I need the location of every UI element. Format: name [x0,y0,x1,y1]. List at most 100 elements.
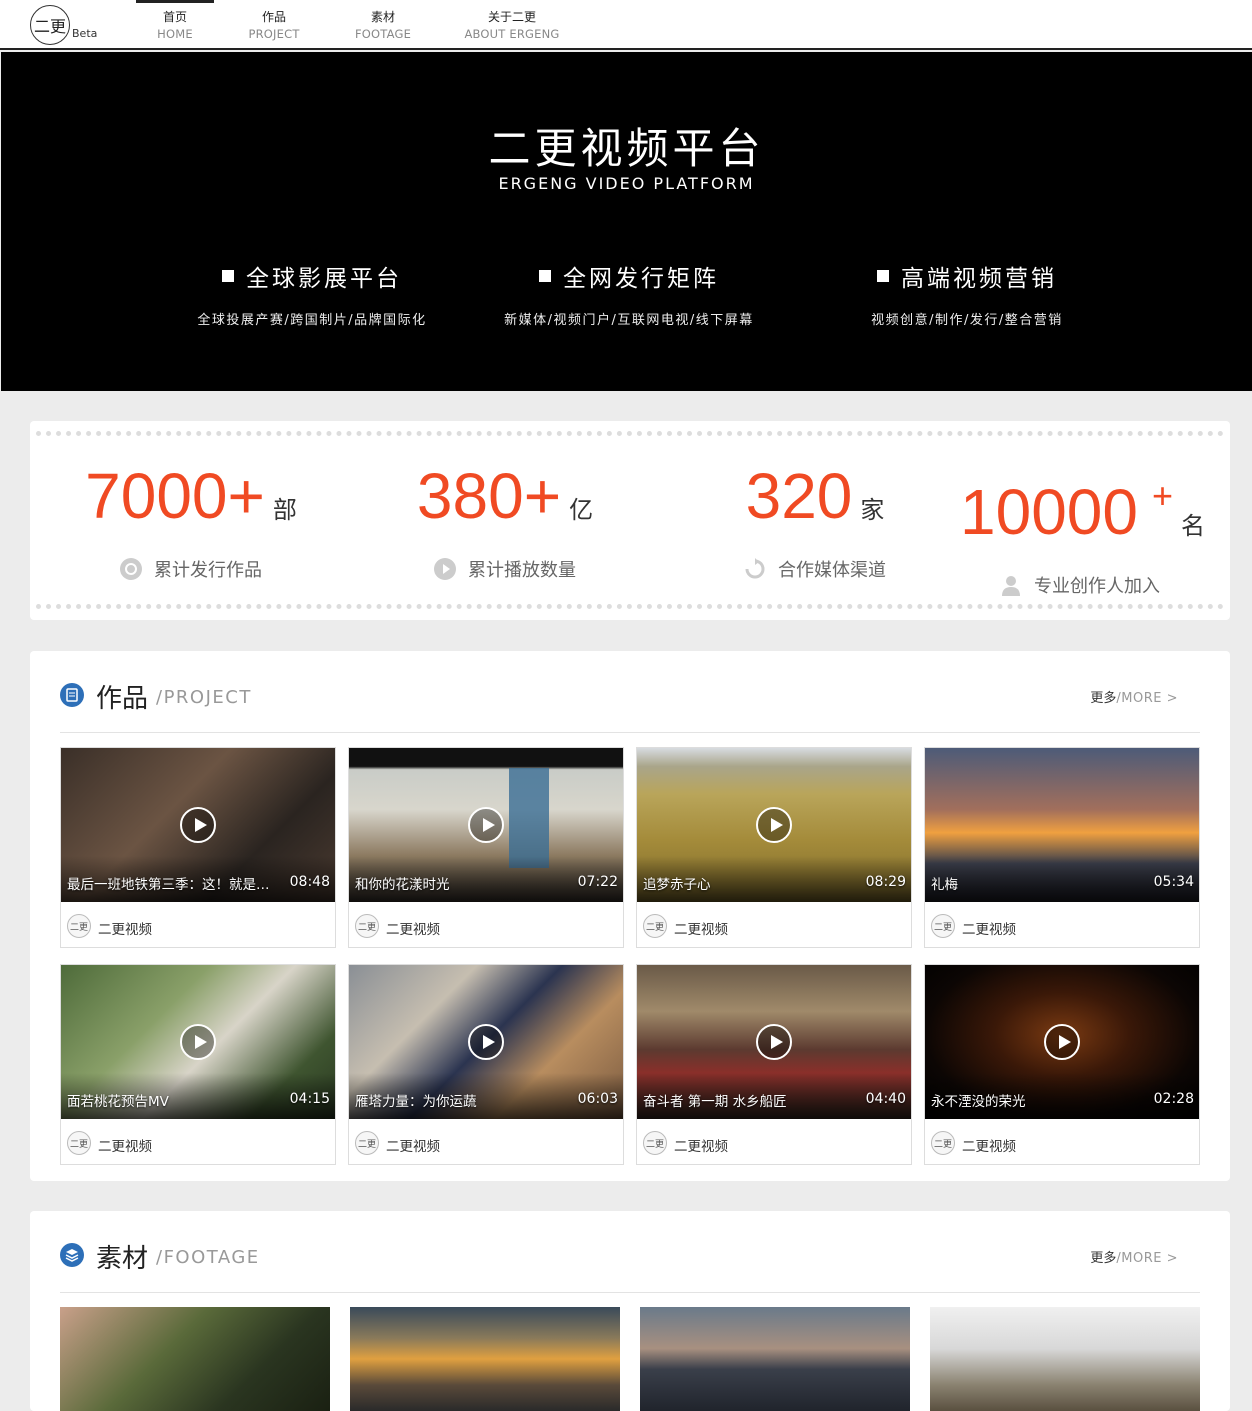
play-icon[interactable] [1044,1024,1080,1060]
video-author: 二更视频 [674,922,728,938]
nav-label-en: HOME [157,27,193,41]
footage-more-link[interactable]: 更多/MORE > [1090,1247,1178,1266]
nav-label-en: ABOUT ERGENG [464,27,560,41]
stat-label: 专业创作人加入 [1034,576,1160,597]
stat-label: 累计发行作品 [154,560,262,581]
video-thumbnail: 最后一班地铁第三季：这！就是街舞 08:48 [61,748,335,902]
video-thumbnail: 追梦赤子心 08:29 [637,748,911,902]
hero-subtitle: ERGENG VIDEO PLATFORM [498,174,755,193]
document-icon [60,683,84,707]
play-circle-icon [434,558,456,580]
stat-label: 累计播放数量 [468,560,576,581]
sync-icon [744,558,766,580]
footage-title: 素材 [96,1244,149,1274]
video-title: 礼梅 [931,877,958,893]
feature-desc: 新媒体/视频门户/互联网电视/线下屏幕 [504,313,754,328]
video-card[interactable]: 追梦赤子心 08:29 二更 二更视频 [636,747,912,948]
more-zh: 更多 [1090,691,1117,706]
video-author: 二更视频 [386,922,440,938]
feature-global-festival: 全球影展平台 全球投展产赛/跨国制片/品牌国际化 [171,259,453,328]
video-author: 二更视频 [98,922,152,938]
video-card[interactable]: 雁塔力量：为你运蔬 06:03 二更 二更视频 [348,964,624,1165]
more-en: /MORE > [1116,691,1178,706]
stat-label: 合作媒体渠道 [778,560,886,581]
video-duration: 05:34 [1153,874,1194,890]
video-card[interactable]: 和你的花漾时光 07:22 二更 二更视频 [348,747,624,948]
nav-item-about[interactable]: 关于二更 ABOUT ERGENG [460,0,564,48]
feature-desc: 全球投展产赛/跨国制片/品牌国际化 [197,313,427,328]
stats-panel: 7000+ 部 累计发行作品 380+ 亿 累计播放数量 320 家 合作媒体渠道 1… [30,421,1230,620]
video-author: 二更视频 [386,1139,440,1155]
video-thumbnail: 面若桃花预告MV 04:15 [61,965,335,1119]
stat-unit: 家 [860,497,885,524]
video-duration: 08:29 [865,874,906,890]
play-icon[interactable] [756,807,792,843]
projects-panel: 作品 /PROJECT 更多/MORE > 最后一班地铁第三季：这！就是街舞 0… [30,651,1230,1181]
video-title: 追梦赤子心 [643,877,711,893]
hero-title: 二更视频平台 [488,124,765,173]
projects-more-link[interactable]: 更多/MORE > [1090,687,1178,706]
video-title: 奋斗者 第一期 水乡船匠 [643,1094,787,1110]
play-icon[interactable] [180,1024,216,1060]
play-icon[interactable] [468,807,504,843]
feature-title: 全网发行矩阵 [563,266,719,292]
video-card[interactable]: 永不湮没的荣光 02:28 二更 二更视频 [924,964,1200,1165]
footage-thumbnail[interactable] [640,1307,910,1411]
video-card[interactable]: 奋斗者 第一期 水乡船匠 04:40 二更 二更视频 [636,964,912,1165]
nav-label-en: PROJECT [248,27,300,41]
footage-thumbnail[interactable] [350,1307,620,1411]
feature-desc: 视频创意/制作/发行/整合营销 [871,313,1063,328]
footage-panel: 素材 /FOOTAGE 更多/MORE > [30,1211,1230,1411]
video-duration: 06:03 [577,1091,618,1107]
video-duration: 07:22 [577,874,618,890]
video-title: 雁塔力量：为你运蔬 [355,1094,477,1110]
nav-item-project[interactable]: 作品 PROJECT [240,0,308,48]
video-card[interactable]: 面若桃花预告MV 04:15 二更 二更视频 [60,964,336,1165]
play-icon[interactable] [180,807,216,843]
video-title: 最后一班地铁第三季：这！就是街舞 [67,877,277,893]
video-duration: 02:28 [1153,1091,1194,1107]
video-title: 永不湮没的荣光 [931,1094,1026,1110]
user-icon [1000,574,1022,596]
nav-label-zh: 首页 [162,10,187,24]
author-avatar: 二更 [355,914,379,938]
footage-thumbnail[interactable] [930,1307,1200,1411]
video-author: 二更视频 [962,1139,1016,1155]
nav-label-zh: 素材 [370,10,395,24]
more-en: /MORE > [1116,1251,1178,1266]
author-avatar: 二更 [643,914,667,938]
video-author: 二更视频 [98,1139,152,1155]
square-bullet-icon [877,270,889,282]
author-avatar: 二更 [67,1131,91,1155]
square-bullet-icon [222,270,234,282]
author-avatar: 二更 [643,1131,667,1155]
logo-text: 二更 [33,17,66,36]
nav-item-footage[interactable]: 素材 FOOTAGE [346,0,420,48]
stat-channels: 320 家 合作媒体渠道 [690,461,940,582]
video-thumbnail: 奋斗者 第一期 水乡船匠 04:40 [637,965,911,1119]
nav-label-zh: 关于二更 [487,10,536,24]
footage-header: 素材 /FOOTAGE 更多/MORE > [60,1211,1200,1293]
footage-thumbnail[interactable] [60,1307,330,1411]
hero-banner: 二更视频平台 ERGENG VIDEO PLATFORM 全球影展平台 全球投展… [1,52,1252,391]
play-icon[interactable] [468,1024,504,1060]
play-icon[interactable] [756,1024,792,1060]
video-duration: 08:48 [289,874,330,890]
beta-label: Beta [72,27,98,40]
stat-plays: 380+ 亿 累计播放数量 [380,461,630,582]
video-author: 二更视频 [674,1139,728,1155]
nav-item-home[interactable]: 首页 HOME [136,0,214,48]
square-bullet-icon [539,270,551,282]
stat-works: 7000+ 部 累计发行作品 [66,461,316,582]
ergeng-logo[interactable]: 二更 [30,5,70,45]
feature-title: 高端视频营销 [901,266,1057,292]
stat-number: 10000 [960,476,1138,548]
video-card[interactable]: 最后一班地铁第三季：这！就是街舞 08:48 二更 二更视频 [60,747,336,948]
author-avatar: 二更 [931,914,955,938]
layers-icon [60,1243,84,1267]
projects-title: 作品 [96,684,149,714]
feature-marketing: 高端视频营销 视频创意/制作/发行/整合营销 [841,259,1093,328]
dotted-divider [36,431,1224,436]
video-card[interactable]: 礼梅 05:34 二更 二更视频 [924,747,1200,948]
stat-number: 380+ [416,460,562,532]
